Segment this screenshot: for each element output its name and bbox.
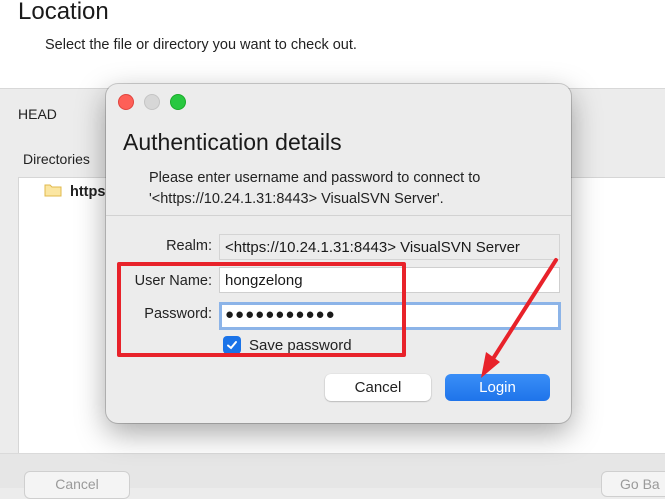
- wizard-title: Location: [18, 0, 109, 25]
- wizard-goback-button[interactable]: Go Ba: [601, 471, 665, 497]
- directory-item[interactable]: https:: [70, 184, 110, 200]
- zoom-window-button[interactable]: [170, 94, 186, 110]
- folder-icon: [44, 184, 62, 197]
- minimize-window-button[interactable]: [144, 94, 160, 110]
- dialog-message-line2: '<https://10.24.1.31:8443> VisualSVN Ser…: [149, 191, 444, 207]
- close-window-button[interactable]: [118, 94, 134, 110]
- annotation-highlight-box: [117, 262, 406, 357]
- head-label: HEAD: [18, 106, 57, 122]
- login-button[interactable]: Login: [445, 374, 550, 401]
- dialog-message-line1: Please enter username and password to co…: [149, 170, 481, 186]
- realm-field: <https://10.24.1.31:8443> VisualSVN Serv…: [219, 234, 560, 260]
- divider: [106, 215, 571, 216]
- dialog-title: Authentication details: [123, 129, 342, 155]
- directories-label: Directories: [23, 151, 90, 167]
- wizard-subtitle: Select the file or directory you want to…: [45, 37, 357, 53]
- dialog-message: Please enter username and password to co…: [149, 168, 559, 210]
- authentication-dialog: Authentication details Please enter user…: [106, 84, 571, 423]
- cancel-button[interactable]: Cancel: [325, 374, 431, 401]
- wizard-cancel-button[interactable]: Cancel: [24, 471, 130, 499]
- realm-label: Realm:: [166, 238, 212, 254]
